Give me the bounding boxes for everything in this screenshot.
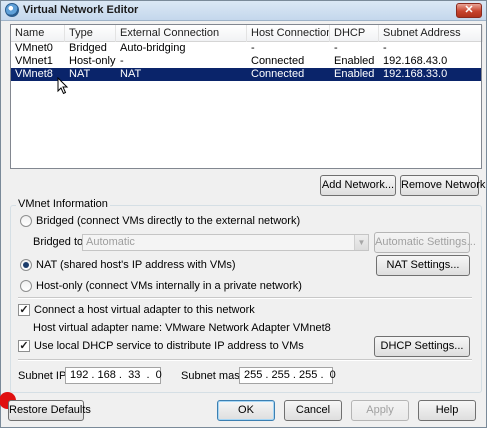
restore-defaults-button[interactable]: Restore Defaults	[8, 400, 91, 421]
separator	[18, 297, 472, 299]
bridged-radio[interactable]	[20, 215, 32, 227]
host-only-radio[interactable]	[20, 280, 32, 292]
bridged-to-select[interactable]: Automatic ▼	[82, 234, 369, 251]
nat-radio[interactable]	[20, 259, 32, 271]
adapter-name-text: Host virtual adapter name: VMware Networ…	[33, 322, 331, 334]
automatic-settings-button[interactable]: Automatic Settings...	[374, 232, 476, 253]
dhcp-label: Use local DHCP service to distribute IP …	[34, 340, 304, 352]
cell-type: Bridged	[69, 42, 107, 54]
column-header-dhcp[interactable]: DHCP	[330, 25, 379, 42]
close-button[interactable]: ✕	[456, 3, 482, 18]
mouse-pointer-icon	[57, 77, 69, 95]
window-title: Virtual Network Editor	[23, 4, 139, 16]
cell-external: Auto-bridging	[120, 42, 186, 54]
cell-name: VMnet0	[15, 42, 53, 54]
help-button[interactable]: Help	[418, 400, 476, 421]
cell-dhcp: Enabled	[334, 55, 375, 67]
cell-dhcp: -	[334, 42, 338, 54]
cancel-button[interactable]: Cancel	[284, 400, 342, 421]
cell-host: Connected	[251, 55, 305, 67]
cell-external: -	[120, 55, 124, 67]
nat-settings-button[interactable]: NAT Settings...	[376, 255, 470, 276]
bridged-to-label: Bridged to:	[33, 236, 87, 248]
remove-network-button[interactable]: Remove Network	[400, 175, 485, 196]
host-only-label: Host-only (connect VMs internally in a p…	[36, 280, 302, 292]
add-network-button[interactable]: Add Network...	[320, 175, 396, 196]
separator	[18, 359, 472, 361]
nat-label: NAT (shared host's IP address with VMs)	[36, 259, 236, 271]
cell-type: NAT	[69, 68, 91, 80]
ok-button[interactable]: OK	[217, 400, 275, 421]
apply-button[interactable]: Apply	[351, 400, 409, 421]
title-bar[interactable]: Virtual Network Editor ✕	[1, 1, 486, 21]
cell-host: -	[251, 42, 255, 54]
subnet-ip-label: Subnet IP:	[18, 370, 70, 382]
cell-host: Connected	[251, 68, 305, 80]
subnet-mask-input[interactable]: 255 . 255 . 255 . 0	[239, 367, 336, 384]
column-header-name[interactable]: Name	[11, 25, 65, 42]
connect-adapter-label: Connect a host virtual adapter to this n…	[34, 304, 255, 316]
network-globe-icon	[5, 3, 19, 17]
bridged-to-value: Automatic	[86, 236, 135, 248]
network-table[interactable]: Name Type External Connection Host Conne…	[10, 24, 483, 169]
dhcp-checkbox[interactable]: ✓	[18, 340, 30, 352]
cell-external: NAT	[120, 68, 142, 80]
column-header-host-connection[interactable]: Host Connection	[247, 25, 330, 42]
column-header-external-connection[interactable]: External Connection	[116, 25, 247, 42]
cell-subnet: -	[383, 42, 387, 54]
column-header-type[interactable]: Type	[65, 25, 116, 42]
table-row-selected[interactable]: VMnet8 NAT NAT Connected Enabled 192.168…	[11, 68, 481, 81]
cell-type: Host-only	[69, 55, 116, 67]
cell-name: VMnet1	[15, 55, 53, 67]
cell-subnet: 192.168.33.0	[383, 68, 448, 80]
chevron-down-icon: ▼	[354, 235, 368, 250]
cell-subnet: 192.168.43.0	[383, 55, 448, 67]
column-header-subnet-address[interactable]: Subnet Address	[379, 25, 483, 42]
table-row[interactable]: VMnet0 Bridged Auto-bridging - - -	[11, 42, 481, 55]
connect-adapter-checkbox[interactable]: ✓	[18, 304, 30, 316]
cell-dhcp: Enabled	[334, 68, 375, 80]
bridged-label: Bridged (connect VMs directly to the ext…	[36, 215, 301, 227]
group-legend: VMnet Information	[16, 198, 110, 210]
subnet-ip-input[interactable]: 192 . 168 . 33 . 0	[65, 367, 162, 384]
table-header: Name Type External Connection Host Conne…	[11, 25, 483, 42]
table-row[interactable]: VMnet1 Host-only - Connected Enabled 192…	[11, 55, 481, 68]
virtual-network-editor-window: Virtual Network Editor ✕ Name Type Exter…	[0, 0, 487, 428]
dhcp-settings-button[interactable]: DHCP Settings...	[374, 336, 470, 357]
